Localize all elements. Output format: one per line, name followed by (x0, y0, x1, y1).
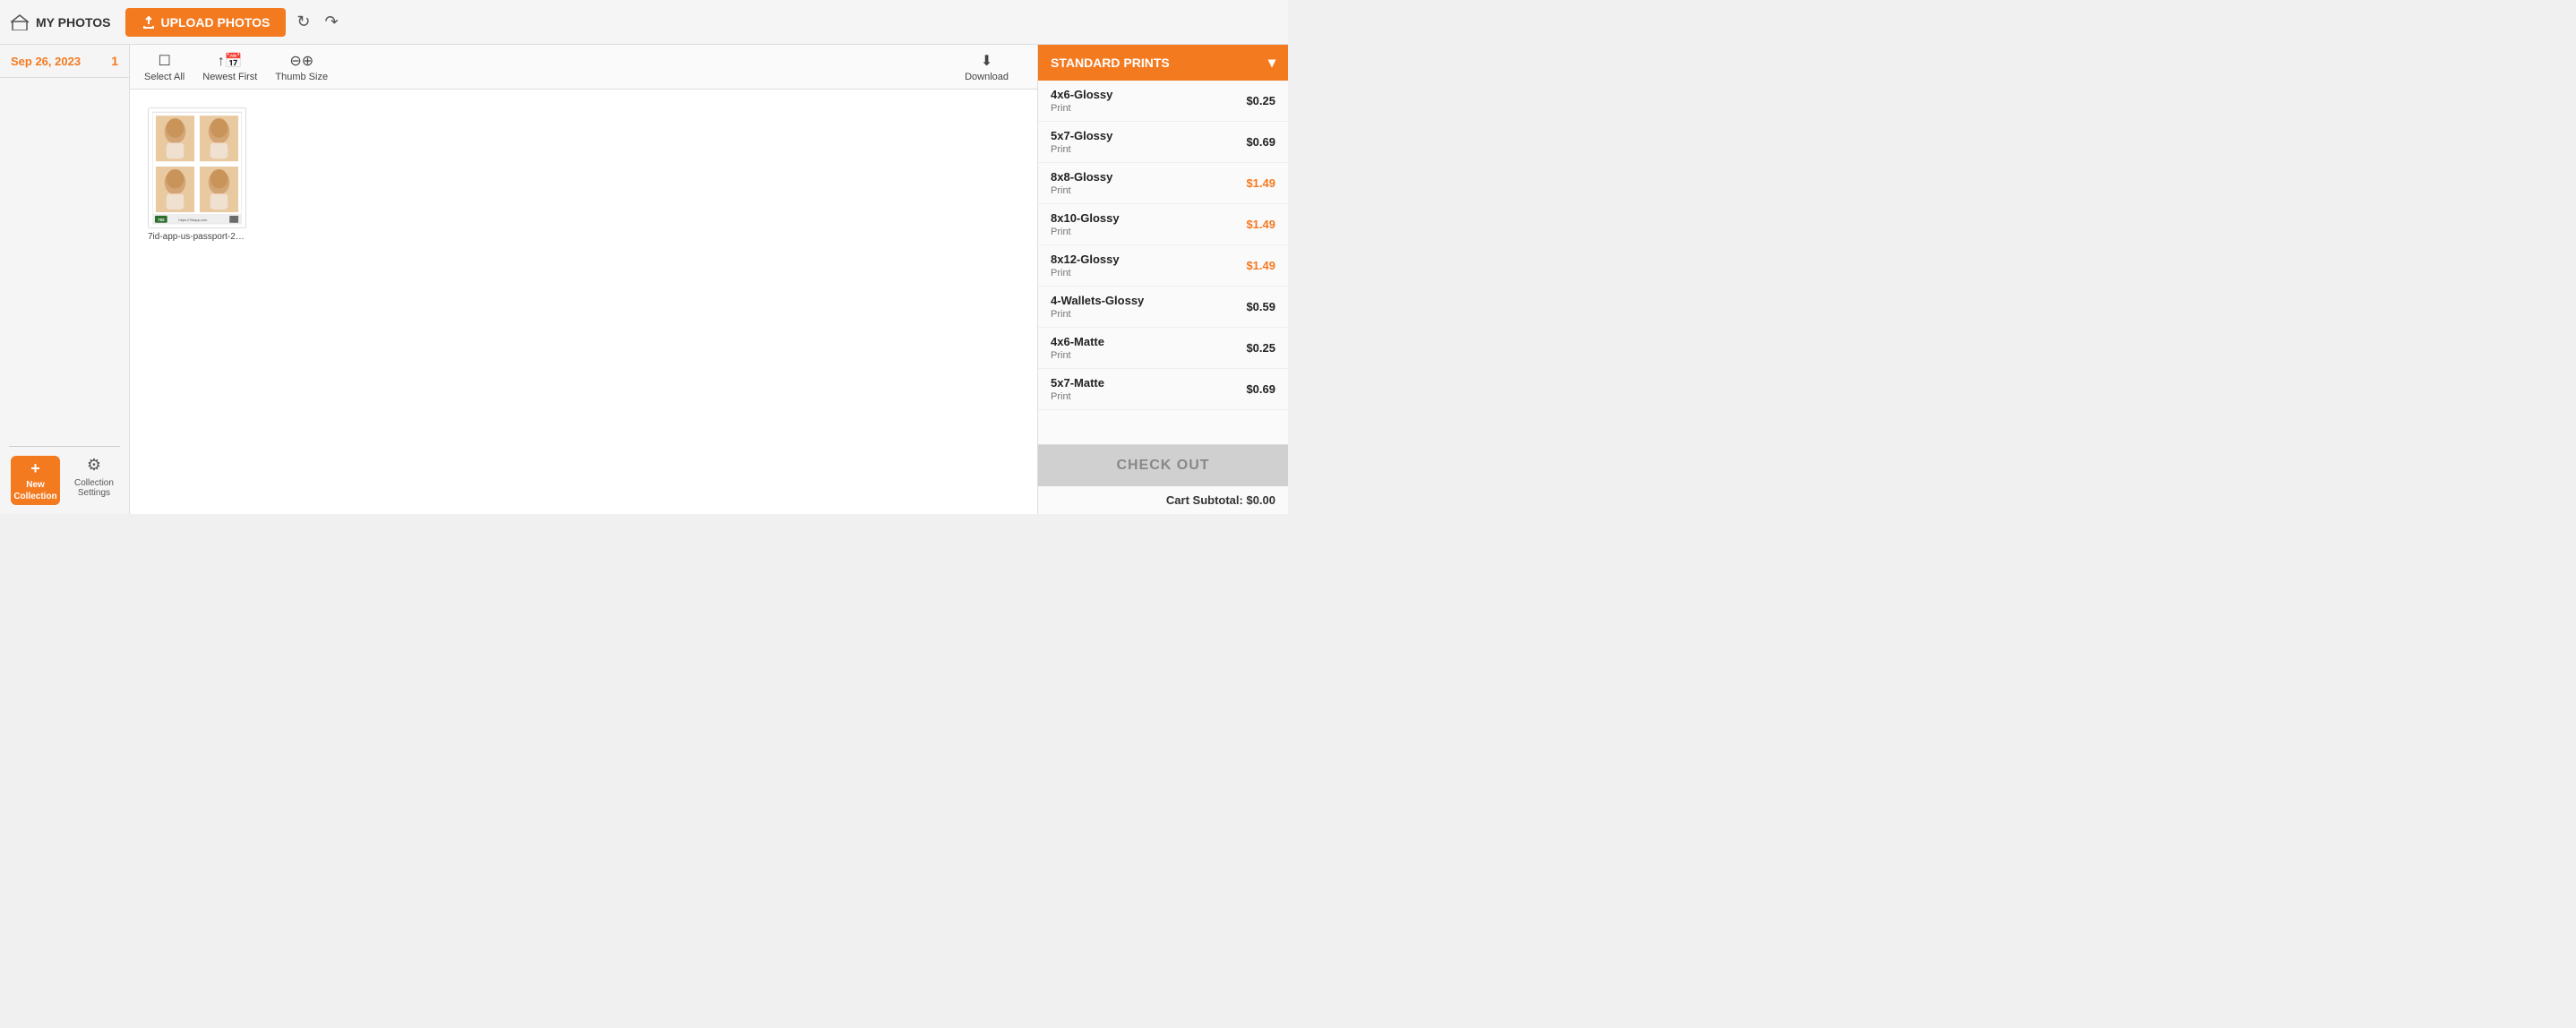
photo-item[interactable]: 7ID https://7idapp.com 7id-app-us-passpo… (148, 107, 246, 242)
sort-icon: ↑📅 (218, 52, 243, 70)
print-price: $1.49 (1246, 259, 1275, 272)
share-button[interactable]: ↷ (321, 9, 341, 35)
right-sidebar: STANDARD PRINTS ▾ 4x6-Glossy Print $0.25… (1037, 45, 1288, 514)
photo-grid: 7ID https://7idapp.com 7id-app-us-passpo… (130, 90, 1037, 514)
prints-list: 4x6-Glossy Print $0.25 5x7-Glossy Print … (1038, 81, 1288, 445)
select-all-label: Select All (144, 72, 185, 82)
print-price: $1.49 (1246, 218, 1275, 231)
print-info: 4x6-Matte Print (1051, 335, 1104, 361)
print-info: 5x7-Glossy Print (1051, 129, 1112, 155)
refresh-icon: ↻ (296, 13, 310, 30)
print-item[interactable]: 8x8-Glossy Print $1.49 (1038, 163, 1288, 204)
upload-icon (142, 15, 156, 30)
refresh-button[interactable]: ↻ (293, 9, 313, 35)
share-icon: ↷ (324, 13, 338, 30)
print-info: 4x6-Glossy Print (1051, 88, 1112, 114)
print-price: $0.59 (1246, 300, 1275, 313)
print-item[interactable]: 8x10-Glossy Print $1.49 (1038, 204, 1288, 245)
upload-photos-button[interactable]: UPLOAD PHOTOS (125, 8, 287, 37)
download-icon: ⬇ (981, 52, 992, 70)
print-name: 8x8-Glossy (1051, 170, 1112, 184)
house-icon (11, 14, 29, 30)
print-item[interactable]: 8x12-Glossy Print $1.49 (1038, 245, 1288, 287)
print-name: 8x12-Glossy (1051, 253, 1120, 266)
checkout-button[interactable]: CHECK OUT (1038, 445, 1288, 486)
print-price: $0.25 (1246, 341, 1275, 355)
newest-first-button[interactable]: ↑📅 Newest First (202, 52, 257, 82)
svg-text:7ID: 7ID (158, 218, 165, 223)
print-item[interactable]: 5x7-Matte Print $0.69 (1038, 369, 1288, 410)
print-price: $0.69 (1246, 135, 1275, 149)
collection-settings-button[interactable]: ⚙ CollectionSettings (74, 456, 114, 498)
top-bar: MY PHOTOS UPLOAD PHOTOS ↻ ↷ (0, 0, 1288, 45)
print-item[interactable]: 4x6-Glossy Print $0.25 (1038, 81, 1288, 122)
my-photos-label: MY PHOTOS (36, 15, 111, 30)
photo-label: 7id-app-us-passport-2023-09-... (148, 232, 246, 242)
print-info: 5x7-Matte Print (1051, 376, 1104, 402)
select-all-button[interactable]: ☐ Select All (144, 52, 185, 82)
standard-prints-header[interactable]: STANDARD PRINTS ▾ (1038, 45, 1288, 81)
print-sub: Print (1051, 144, 1112, 155)
gear-icon: ⚙ (87, 456, 101, 475)
print-item[interactable]: 4-Wallets-Glossy Print $0.59 (1038, 287, 1288, 328)
svg-text:https://7idapp.com: https://7idapp.com (178, 218, 207, 222)
thumb-size-label: Thumb Size (275, 72, 328, 82)
print-item[interactable]: 4x6-Matte Print $0.25 (1038, 328, 1288, 369)
my-photos-button[interactable]: MY PHOTOS (11, 14, 111, 30)
print-price: $0.69 (1246, 382, 1275, 396)
print-sub: Print (1051, 227, 1120, 237)
print-item[interactable]: 5x7-Glossy Print $0.69 (1038, 122, 1288, 163)
cart-subtotal: Cart Subtotal: $0.00 (1038, 486, 1288, 514)
print-info: 8x8-Glossy Print (1051, 170, 1112, 196)
thumb-size-button[interactable]: ⊖⊕ Thumb Size (275, 52, 328, 82)
print-price: $0.25 (1246, 94, 1275, 107)
standard-prints-label: STANDARD PRINTS (1051, 56, 1170, 70)
date-count: 1 (111, 54, 118, 68)
newest-first-label: Newest First (202, 72, 257, 82)
print-name: 5x7-Glossy (1051, 129, 1112, 142)
date-label: Sep 26, 2023 (11, 55, 81, 68)
print-info: 4-Wallets-Glossy Print (1051, 294, 1144, 320)
thumb-size-icon: ⊖⊕ (289, 52, 313, 70)
print-sub: Print (1051, 391, 1104, 402)
print-name: 4-Wallets-Glossy (1051, 294, 1144, 307)
print-sub: Print (1051, 103, 1112, 114)
print-sub: Print (1051, 185, 1112, 196)
print-info: 8x10-Glossy Print (1051, 211, 1120, 237)
download-button[interactable]: ⬇ Download (965, 52, 1009, 82)
upload-label: UPLOAD PHOTOS (161, 15, 270, 30)
download-label: Download (965, 72, 1009, 82)
toolbar: ☐ Select All ↑📅 Newest First ⊖⊕ Thumb Si… (130, 45, 1037, 90)
print-sub: Print (1051, 268, 1120, 278)
print-price: $1.49 (1246, 176, 1275, 190)
center-area: ☐ Select All ↑📅 Newest First ⊖⊕ Thumb Si… (130, 45, 1037, 514)
sidebar-bottom: + NewCollection ⚙ CollectionSettings (0, 447, 129, 514)
main-content: Sep 26, 2023 1 + NewCollection ⚙ Collect… (0, 45, 1288, 514)
new-collection-label: NewCollection (13, 479, 56, 502)
date-section: Sep 26, 2023 1 (0, 45, 129, 78)
print-sub: Print (1051, 350, 1104, 361)
print-info: 8x12-Glossy Print (1051, 253, 1120, 278)
print-name: 8x10-Glossy (1051, 211, 1120, 225)
photo-thumbnail: 7ID https://7idapp.com (148, 107, 246, 228)
passport-sheet-svg: 7ID https://7idapp.com (152, 111, 242, 225)
print-name: 4x6-Matte (1051, 335, 1104, 348)
checkbox-icon: ☐ (158, 52, 170, 70)
print-name: 4x6-Glossy (1051, 88, 1112, 101)
print-sub: Print (1051, 309, 1144, 320)
print-name: 5x7-Matte (1051, 376, 1104, 390)
left-sidebar: Sep 26, 2023 1 + NewCollection ⚙ Collect… (0, 45, 130, 514)
collection-settings-label: CollectionSettings (74, 478, 114, 498)
chevron-down-icon: ▾ (1268, 54, 1275, 72)
plus-icon: + (30, 458, 40, 479)
new-collection-button[interactable]: + NewCollection (11, 456, 60, 505)
